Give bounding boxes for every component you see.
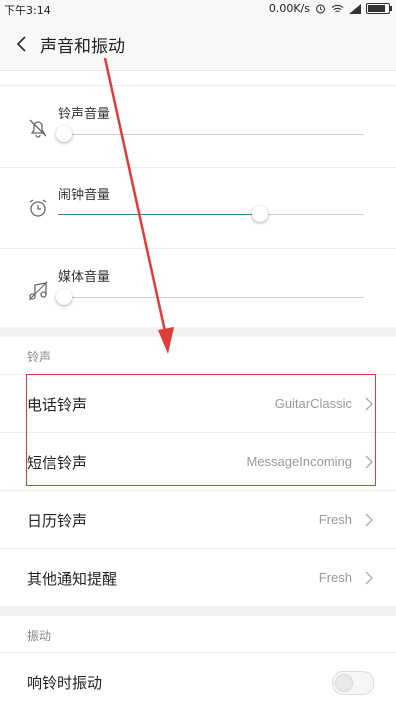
list-item-other-notifications[interactable]: 其他通知提醒 Fresh <box>0 548 396 606</box>
section-divider <box>0 606 396 616</box>
list-item-call-ringtone[interactable]: 电话铃声 GuitarClassic <box>0 374 396 432</box>
chevron-right-icon <box>365 571 373 585</box>
volume-row-alarm: 闹钟音量 <box>0 167 396 248</box>
page-title: 声音和振动 <box>40 37 125 57</box>
toggle-knob <box>335 674 353 692</box>
vibrate-toggle[interactable] <box>332 671 374 695</box>
slider-thumb[interactable] <box>56 126 73 142</box>
list-item-label: 电话铃声 <box>27 396 88 414</box>
volume-label: 闹钟音量 <box>58 188 111 203</box>
list-item-value: Fresh <box>318 570 352 585</box>
list-item-label: 日历铃声 <box>27 512 88 530</box>
volume-label: 铃声音量 <box>58 107 111 122</box>
list-item-vibrate-on-ring: 响铃时振动 <box>0 652 396 710</box>
list-item-label: 响铃时振动 <box>27 674 103 692</box>
chevron-right-icon <box>365 397 373 411</box>
section-title-ringtone: 铃声 <box>27 350 52 364</box>
list-item-value: MessageIncoming <box>246 454 353 469</box>
list-item-label: 其他通知提醒 <box>27 570 118 588</box>
volume-row-media: 媒体音量 <box>0 248 396 329</box>
volume-slider-media[interactable] <box>58 297 364 298</box>
chevron-left-icon[interactable] <box>12 32 32 56</box>
alarm-clock-icon <box>29 199 47 217</box>
list-item-label: 短信铃声 <box>27 454 88 472</box>
volume-slider-ringtone[interactable] <box>58 134 364 135</box>
volume-row-ringtone: 铃声音量 <box>0 85 396 166</box>
section-divider <box>0 327 396 337</box>
status-icons: 0.00K/s <box>268 2 392 15</box>
slider-thumb[interactable] <box>56 289 73 305</box>
header-bar: 声音和振动 <box>0 18 396 71</box>
wifi-icon <box>331 4 344 12</box>
list-item-value: Fresh <box>318 512 352 527</box>
battery-icon <box>366 3 392 14</box>
status-time: 下午3:14 <box>4 4 51 17</box>
bell-muted-icon <box>29 119 47 138</box>
volume-slider-alarm[interactable] <box>58 214 364 215</box>
signal-icon <box>349 3 361 14</box>
list-item-sms-ringtone[interactable]: 短信铃声 MessageIncoming <box>0 432 396 490</box>
network-speed: 0.00K/s <box>268 2 310 15</box>
status-bar: 下午3:14 0.00K/s <box>0 0 396 18</box>
music-note-icon <box>28 281 48 301</box>
volume-section: 铃声音量 闹钟音量 媒体音量 <box>0 71 396 327</box>
volume-label: 媒体音量 <box>58 270 111 285</box>
alarm-icon <box>316 4 325 14</box>
chevron-right-icon <box>365 513 373 527</box>
section-title-vibration: 振动 <box>27 629 52 643</box>
list-item-value: GuitarClassic <box>274 396 352 411</box>
slider-thumb[interactable] <box>251 206 268 222</box>
list-item-calendar-ringtone[interactable]: 日历铃声 Fresh <box>0 490 396 548</box>
chevron-right-icon <box>365 455 373 469</box>
slider-fill <box>58 214 260 215</box>
